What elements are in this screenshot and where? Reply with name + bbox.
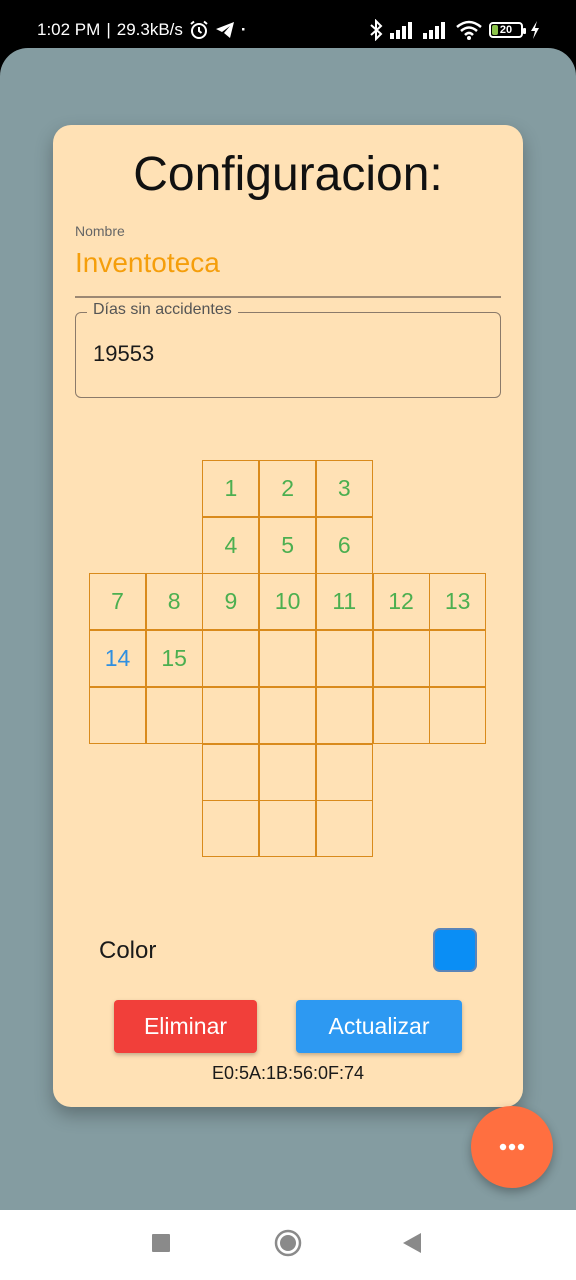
grid-cell[interactable] bbox=[145, 686, 203, 744]
days-field-input[interactable]: Días sin accidentes 19553 bbox=[75, 301, 501, 398]
status-right: 20 bbox=[369, 19, 540, 41]
grid-cell[interactable]: 14 bbox=[89, 630, 146, 688]
grid-cell[interactable]: 1 bbox=[202, 460, 260, 517]
status-separator: | bbox=[106, 20, 111, 39]
config-card: Configuracion: Nombre Inventoteca Días s… bbox=[53, 125, 523, 1107]
grid-cell[interactable] bbox=[202, 686, 260, 744]
grid-cell[interactable]: 5 bbox=[259, 516, 317, 574]
wifi-icon bbox=[456, 20, 482, 40]
back-button[interactable] bbox=[382, 1210, 442, 1280]
home-button[interactable] bbox=[258, 1210, 318, 1280]
page-title: Configuracion: bbox=[133, 148, 443, 201]
grid-cell[interactable]: 11 bbox=[315, 573, 373, 631]
grid-cell[interactable]: 9 bbox=[202, 573, 260, 631]
grid-cell[interactable] bbox=[89, 686, 146, 744]
update-button[interactable]: Actualizar bbox=[296, 1000, 462, 1053]
grid-cell[interactable] bbox=[202, 630, 260, 688]
grid-cell[interactable] bbox=[315, 686, 373, 744]
signal-icon bbox=[423, 21, 449, 39]
grid-cell[interactable] bbox=[315, 743, 373, 801]
grid-cell[interactable]: 6 bbox=[315, 516, 373, 574]
recents-square-icon bbox=[151, 1233, 171, 1258]
grid-cell[interactable] bbox=[429, 686, 487, 744]
grid-cell[interactable]: 8 bbox=[145, 573, 203, 631]
cube-grid: 1 2 3 4 5 6 7 8 9 10 11 12 13 14 15 bbox=[89, 460, 487, 860]
grid-cell[interactable] bbox=[429, 630, 487, 688]
days-field-value[interactable]: 19553 bbox=[93, 341, 154, 367]
recents-button[interactable] bbox=[131, 1210, 191, 1280]
system-nav-bar bbox=[0, 1210, 576, 1280]
name-field-input[interactable]: Inventoteca bbox=[75, 247, 220, 279]
grid-cell[interactable] bbox=[202, 800, 260, 858]
home-circle-icon bbox=[274, 1229, 302, 1262]
alarm-icon bbox=[189, 20, 209, 40]
telegram-icon bbox=[215, 21, 235, 39]
grid-cell[interactable]: 4 bbox=[202, 516, 260, 574]
signal-icon bbox=[390, 21, 416, 39]
grid-cell[interactable]: 2 bbox=[259, 460, 317, 517]
status-dot: · bbox=[240, 20, 247, 39]
grid-cell[interactable]: 10 bbox=[259, 573, 317, 631]
days-field-label: Días sin accidentes bbox=[87, 301, 238, 319]
grid-cell[interactable]: 15 bbox=[145, 630, 203, 688]
delete-button[interactable]: Eliminar bbox=[114, 1000, 257, 1053]
grid-cell[interactable] bbox=[372, 686, 430, 744]
grid-cell[interactable]: 13 bbox=[429, 573, 487, 631]
color-label: Color bbox=[99, 937, 157, 964]
name-field-underline bbox=[75, 296, 501, 298]
status-left: 1:02 PM | 29.3kB/s · bbox=[37, 20, 247, 40]
grid-cell[interactable]: 7 bbox=[89, 573, 146, 631]
grid-cell[interactable] bbox=[259, 686, 317, 744]
charging-icon bbox=[530, 21, 540, 39]
name-field-label: Nombre bbox=[75, 223, 125, 239]
grid-cell[interactable] bbox=[259, 800, 317, 858]
battery-level: 20 bbox=[499, 24, 513, 36]
grid-cell[interactable] bbox=[202, 743, 260, 801]
battery-icon: 20 bbox=[489, 22, 526, 38]
grid-cell[interactable] bbox=[315, 630, 373, 688]
grid-cell[interactable] bbox=[259, 743, 317, 801]
more-horizontal-icon bbox=[499, 1138, 525, 1156]
bluetooth-icon bbox=[369, 19, 383, 41]
grid-cell[interactable]: 12 bbox=[372, 573, 430, 631]
mac-address: E0:5A:1B:56:0F:74 bbox=[211, 1063, 365, 1083]
grid-cell[interactable] bbox=[372, 630, 430, 688]
color-swatch[interactable] bbox=[433, 928, 477, 972]
grid-cell[interactable] bbox=[315, 800, 373, 858]
grid-cell[interactable]: 3 bbox=[315, 460, 373, 517]
network-speed: 29.3kB/s bbox=[116, 20, 183, 39]
back-triangle-icon bbox=[402, 1232, 422, 1259]
more-fab-button[interactable] bbox=[471, 1106, 553, 1188]
status-time: 1:02 PM bbox=[37, 20, 101, 39]
grid-cell[interactable] bbox=[259, 630, 317, 688]
